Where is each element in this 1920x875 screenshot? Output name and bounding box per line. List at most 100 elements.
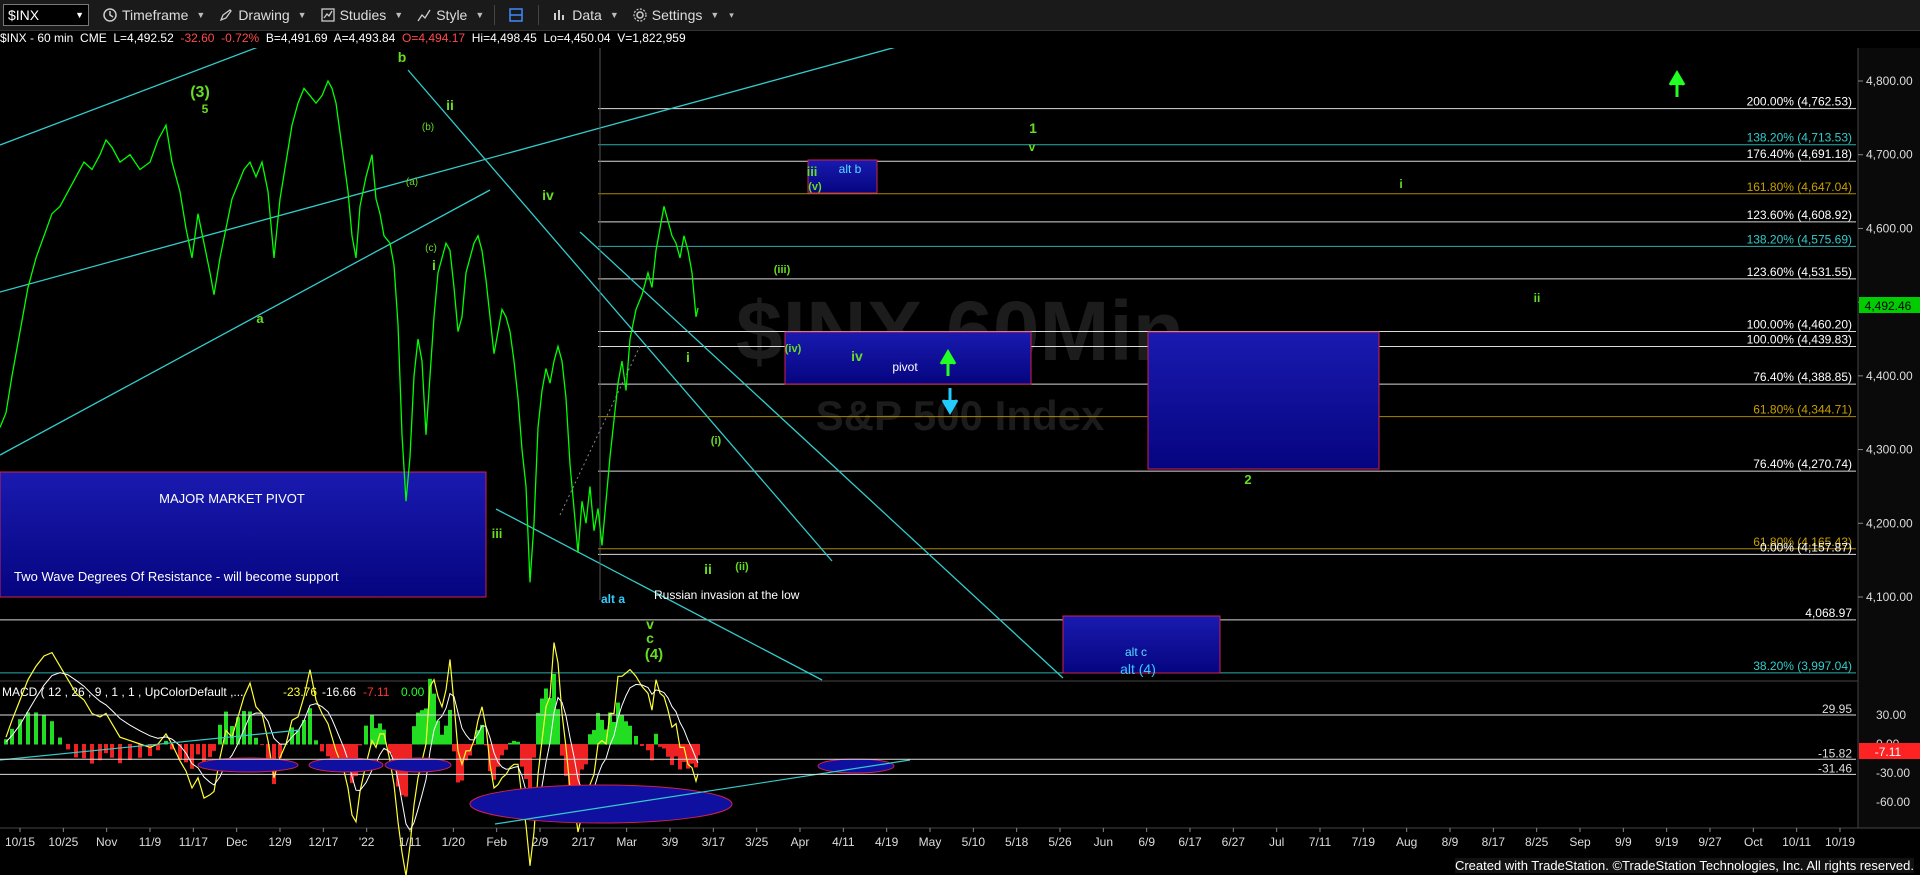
macd-histogram-bar [412,726,416,745]
time-tick-label: 5/10 [962,835,986,849]
style-button[interactable]: Style ▼ [417,7,484,23]
divergence-ellipse [469,784,733,824]
data-label: Data [572,7,602,23]
time-tick-label: 12/9 [268,835,292,849]
box-label-resistance: Two Wave Degrees Of Resistance - will be… [14,569,339,584]
price-tick-label: 4,300.00 [1866,443,1913,457]
macd-histogram-bar [196,744,200,755]
box-label-alt-b: alt b [839,162,862,176]
macd-level-label: -15.82 [1818,746,1852,760]
macd-histogram-bar [592,730,596,745]
wave-label: ii [1534,291,1541,305]
studies-button[interactable]: Studies ▼ [320,7,404,23]
time-tick-label: 11/17 [179,835,208,849]
wave-label: i [432,257,436,273]
fib-level-label: 138.20% (4,575.69) [1747,232,1852,246]
macd-histogram-bar [588,734,592,745]
time-tick-label: Sep [1569,835,1591,849]
macd-histogram-bar [536,712,540,745]
macd-histogram-bar [358,744,362,746]
toolbar: $INX ▼ Timeframe ▼ Drawing ▼ Studies ▼ Styl… [0,0,1920,31]
wave-label: ii [446,97,454,113]
fib-level-label: 123.60% (4,608.92) [1747,208,1852,222]
fib-level-label: 161.80% (4,647.04) [1747,180,1852,194]
time-tick-label: 5/26 [1048,835,1072,849]
symbol-selector[interactable]: $INX ▼ [3,4,89,26]
settings-label: Settings [651,7,703,23]
divergence-ellipse [308,757,384,773]
wave-label: 1 [1029,120,1037,136]
watermark-subtitle: S&P 500 Index [816,392,1105,439]
clock-icon [103,8,117,22]
macd-histogram-bar [452,744,456,752]
macd-histogram-bar [662,744,666,749]
macd-histogram-bar [690,744,694,764]
wave-label: ii [704,561,712,577]
macd-axis-label: -60.00 [1876,795,1910,809]
toolbar-divider [494,5,496,25]
macd-axis-label: 30.00 [1876,708,1906,722]
macd-histogram-bar [242,711,246,745]
studies-icon [320,8,335,22]
macd-level-label: 29.95 [1822,702,1852,716]
fib-level-label: 138.20% (4,713.53) [1747,131,1852,145]
bar-chart-icon [554,10,565,20]
drawing-button[interactable]: Drawing ▼ [219,7,307,23]
info-volume: V=1,822,959 [617,31,686,45]
info-exchange: CME [80,31,107,45]
macd-histogram-bar [654,733,658,745]
time-tick-label: 1/20 [442,835,466,849]
chevron-down-icon: ▼ [196,10,206,20]
time-tick-label: Jul [1269,835,1284,849]
layout-icon [509,8,524,22]
wave-label: (a) [406,177,418,188]
time-axis-ticks: 10/15 10/25 Nov 11/9 11/17 Dec 12/9 12/17 '22 1/1… [5,828,1855,849]
price-tick-label: 4,200.00 [1866,516,1913,530]
wave-label: (v) [808,181,822,193]
wave-label: c [646,630,654,646]
macd-histogram-bar [560,744,564,756]
divergence-ellipse [384,757,452,773]
wave-2-target-box[interactable] [1147,331,1380,470]
macd-histogram-bar [26,712,30,745]
layout-button[interactable] [509,8,528,22]
time-tick-label: Feb [486,835,507,849]
price-chart[interactable]: $INX 60Min S&P 500 Index 200.00% (4,762.… [0,48,1920,875]
macd-histogram-bar [110,744,114,758]
info-low: Lo=4,450.04 [543,31,611,45]
info-open: O=4,494.17 [402,31,466,45]
toolbar-overflow-icon[interactable]: ▾ [729,10,734,21]
last-price-label: 4,492.46 [1865,299,1912,313]
fib-level-label: 76.40% (4,388.85) [1753,370,1852,384]
wave-label: b [398,49,407,65]
macd-hist-value: -7.11 [363,685,390,699]
time-tick-label: 5/18 [1005,835,1029,849]
pivot-box[interactable] [784,331,1032,385]
timeframe-button[interactable]: Timeframe ▼ [103,7,205,23]
macd-value: -23.76 [283,685,317,699]
time-tick-label: 4/19 [875,835,899,849]
price-tick-label: 4,600.00 [1866,221,1913,235]
wave-label: i [1399,177,1402,191]
time-tick-label: Apr [791,835,810,849]
chevron-down-icon: ▼ [609,10,619,20]
time-tick-label: 8/17 [1482,835,1506,849]
data-button[interactable]: Data ▼ [553,7,619,23]
macd-histogram-bar [696,744,700,756]
wave-label: 2 [1244,472,1251,487]
time-tick-label: 9/9 [1615,835,1632,849]
price-tick-label: 4,400.00 [1866,369,1913,383]
wave-label: v [1029,140,1036,154]
settings-button[interactable]: Settings ▼ [633,7,719,23]
macd-histogram-bar [218,724,222,745]
macd-histogram-bar [640,744,644,746]
macd-histogram-bar [628,725,632,745]
info-bid: B=4,491.69 [265,31,328,45]
divergence-ellipse [197,757,299,773]
fib-level-label: 100.00% (4,439.83) [1747,332,1852,346]
annotation-russian-invasion: Russian invasion at the low [654,588,800,602]
wave-label: alt a [601,592,625,606]
info-ask: A=4,493.84 [333,31,396,45]
macd-histogram-bar [118,744,122,764]
chevron-down-icon: ▼ [394,10,404,20]
